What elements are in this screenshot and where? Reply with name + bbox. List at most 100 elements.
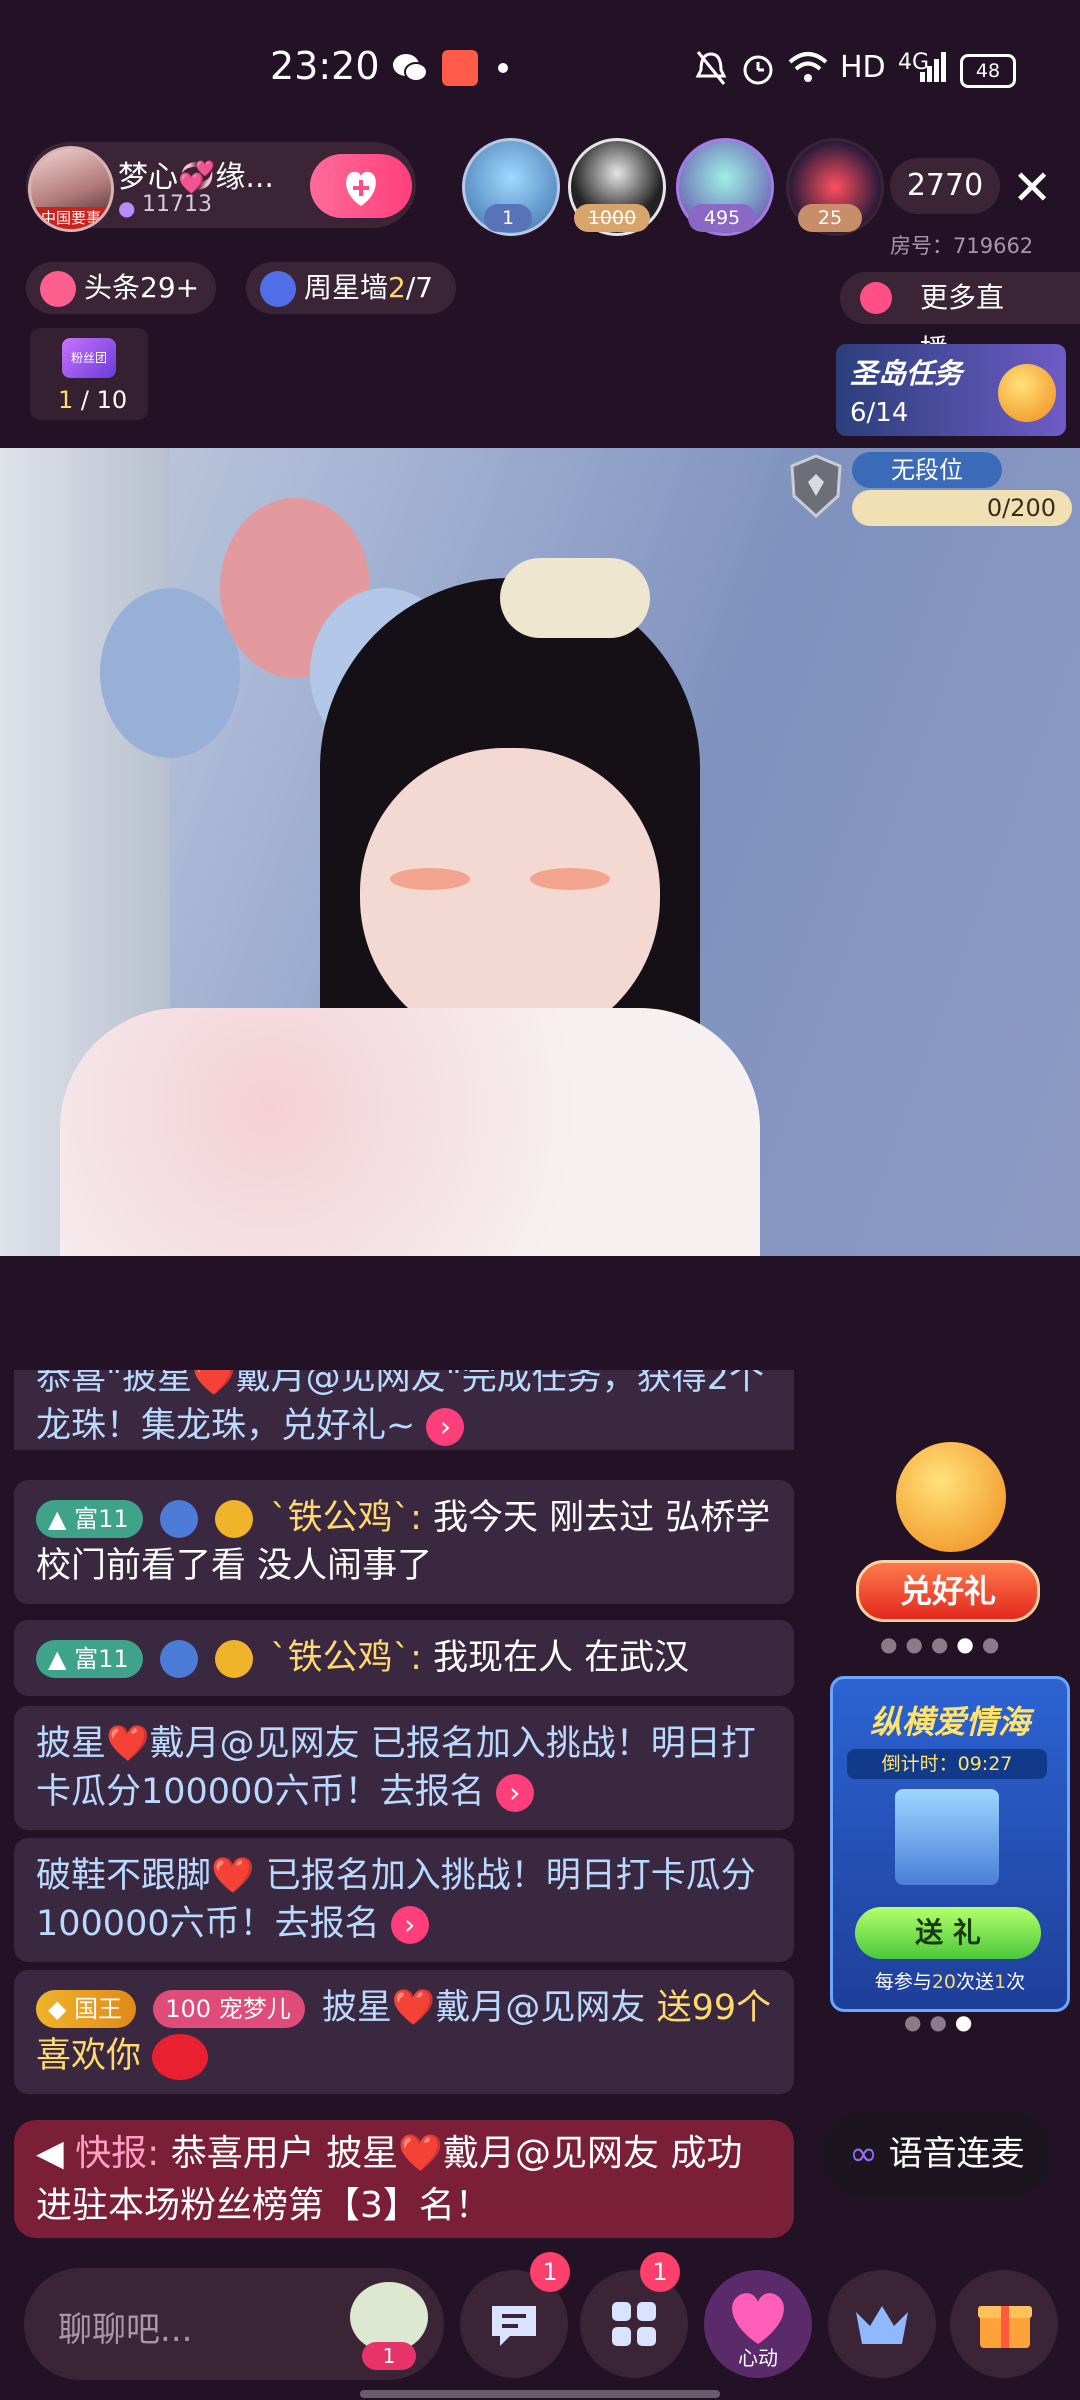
floral-dress [60,1008,760,1256]
grid-apps-icon [612,2302,656,2346]
heart-icon [732,2293,784,2344]
gift-exchange-button[interactable]: 兑好礼 [856,1560,1040,1622]
send-gift-button[interactable]: 送 礼 [855,1907,1041,1959]
crown-icon [856,2306,908,2344]
chat-message-system: 恭喜"披星❤️戴月@见网友"完成任务，获得2个龙珠！集龙珠，兑好礼~ › [14,1370,794,1450]
user-card-icon [214,1500,253,1538]
viewer-count[interactable]: 2770 [890,158,1000,214]
alarm-icon [743,55,773,85]
chat-username[interactable]: 披星❤️戴月@见网友 [322,1988,657,2028]
chat-username[interactable]: 破鞋不跟脚❤️ [36,1856,255,1896]
anchor-name: 梦心💞缘... [118,160,274,195]
orb-icon [998,364,1056,422]
flash-news-banner[interactable]: ◀ 快报: 恭喜用户 披星❤️戴月@见网友 成功进驻本场粉丝榜第【3】名！ [14,2120,794,2238]
star-badge-icon [260,271,296,307]
event-pager-dots: ●●● [904,2010,981,2034]
sticker-badge: 1 [362,2342,416,2370]
wealth-badge: ▲ 富11 [36,1640,143,1678]
flash-label: 快报: [75,2133,160,2174]
chat-message[interactable]: ▲ 富11 `铁公鸡`: 我今天 刚去过 弘桥学校门前看了看 没人闹事了 [14,1480,794,1604]
apps-unread-badge: 1 [640,2252,680,2292]
follow-button[interactable] [310,154,412,218]
event-title: 纵横爱情海 [869,1703,1030,1741]
box-progress-total: / 10 [73,386,128,414]
avatar-tag: 中国要事 [31,207,111,229]
chat-message-system[interactable]: 破鞋不跟脚❤️ 已报名加入挑战！明日打卡瓜分100000六币！去报名 › [14,1838,794,1962]
eye-right [530,868,610,890]
king-badge-icon: ◆ [48,1995,67,2023]
more-notifications-dot [498,63,508,73]
wealth-badge-label: 富11 [74,1505,129,1533]
event-rule-number: 1 [994,1971,1007,1993]
close-icon[interactable]: ✕ [1012,160,1052,216]
wechat-icon [393,54,428,82]
chat-message-gift[interactable]: ◆ 国王 100 宠梦儿 披星❤️戴月@见网友 送99个喜欢你 [14,1970,794,2094]
mute-bell-icon [695,51,727,85]
king-badge: ◆ 国王 [36,1990,137,2028]
heart-label: 心动 [738,2346,778,2370]
fans-icon: ● [118,196,136,220]
chat-text: 我现在人 在武汉 [433,1638,690,1678]
arrow-right-icon[interactable]: › [426,1408,465,1446]
diamond-heart-icon [159,1640,198,1678]
anchor-fans-count: 11713 [142,192,212,217]
home-indicator[interactable] [360,2390,720,2398]
message-unread-badge: 1 [530,2252,570,2292]
arrow-right-icon[interactable]: › [390,1906,429,1944]
voice-link-label: 语音连麦 [888,2134,1025,2174]
chat-message[interactable]: ▲ 富11 `铁公鸡`: 我现在人 在武汉 [14,1620,794,1696]
hair-bow [500,558,650,638]
box-progress-current: 1 [58,386,74,414]
love-sea-event-card[interactable]: 纵横爱情海 倒计时：09:27 送 礼 每参与20次送1次 [830,1676,1070,2012]
event-rule-part: 每参与 [874,1971,932,1993]
voice-link-button[interactable]: ∞ 语音连麦 [822,2112,1052,2196]
anchor-avatar[interactable]: 中国要事 [28,146,114,232]
heart-plus-icon [346,171,376,206]
live-avatars-icon [860,282,892,314]
rank-title[interactable]: 无段位 [852,452,1002,488]
gift-exchange-promo[interactable]: 兑好礼 [846,1442,1056,1632]
speaker-icon: ◀ [36,2133,64,2174]
fan-box-progress[interactable]: 粉丝团 1 / 10 [30,328,148,420]
hd-indicator: HD [840,50,886,85]
chat-fade-region: 恭喜"披星❤️戴月@见网友"完成任务，获得2个龙珠！集龙珠，兑好礼~ › [0,1370,810,1450]
island-task-card[interactable]: 圣岛任务 6/14 [836,344,1066,436]
promo-pager-dots: ●●●●● [880,1632,1008,1656]
balloon-blue [100,588,240,758]
fan-box-icon: 粉丝团 [62,338,116,378]
more-live-button[interactable]: 更多直播› [840,272,1080,366]
flame-icon [40,271,76,307]
chat-username[interactable]: 披星❤️戴月@见网友 [36,1724,360,1764]
love-heart-gift-icon [152,2034,209,2080]
headline-pill[interactable]: 头条29+ [26,262,216,314]
status-bar: 23:20 HD 4G 48 [0,0,1080,130]
eye-left [390,868,470,890]
chat-message-system[interactable]: 披星❤️戴月@见网友 已报名加入挑战！明日打卡瓜分100000六币！去报名 › [14,1706,794,1830]
flash-text: 恭喜用户 [159,2133,327,2174]
message-icon [492,2306,536,2346]
room-id: 房号：719662 [890,234,1034,258]
wifi-icon [788,52,828,82]
chat-username[interactable]: `铁公鸡`: [270,1638,433,1678]
battery-indicator: 48 [960,54,1016,88]
status-time: 23:20 [270,44,380,88]
event-rule-part: 次 [1006,1971,1026,1993]
weekly-wall-label: 周星墙 [304,271,389,304]
chat-msg-0-text: 恭喜"披星❤️戴月@见网友"完成任务，获得2个龙珠！集龙珠，兑好礼~ [36,1370,765,1446]
gift-button[interactable] [950,2270,1058,2378]
wealth-badge: ▲ 富11 [36,1500,143,1538]
noble-crown-button[interactable] [828,2270,936,2378]
diamond-heart-icon [159,1500,198,1538]
weekly-wall-total: /7 [405,271,434,304]
live-video[interactable] [0,448,1080,1256]
flash-user[interactable]: 披星❤️戴月@见网友 [326,2133,659,2174]
heart-button[interactable]: 心动 [704,2270,812,2378]
fan-club-level: 100 [165,1995,212,2023]
rank-shield-icon [790,454,842,519]
top-viewer-2-badge: 1000 [574,204,650,232]
chat-username[interactable]: `铁公鸡`: [270,1498,433,1538]
weekly-wall-pill[interactable]: 周星墙2/7 [246,262,456,314]
chat-input[interactable]: 聊聊吧... 1 [24,2268,444,2380]
arrow-right-icon[interactable]: › [495,1774,534,1812]
yacht-gift-icon [895,1789,999,1885]
